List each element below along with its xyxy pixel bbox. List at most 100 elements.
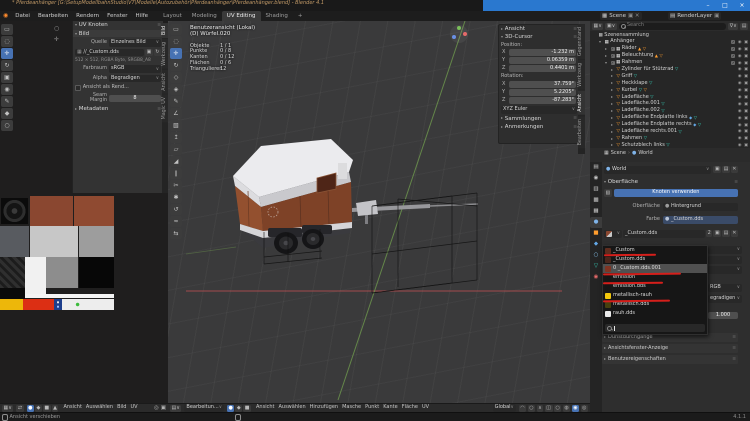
viewport-tool-button[interactable]: ▭ xyxy=(170,24,182,35)
clipped-strength-slider[interactable]: 1.000 xyxy=(708,312,738,319)
new-datablock-button[interactable]: ▤ xyxy=(722,166,730,174)
outliner-filter-icon[interactable]: ∇∨ xyxy=(728,22,739,30)
orientation-dropdown[interactable]: Global ∨ xyxy=(492,404,516,412)
viewport-header-icon[interactable]: ◉ xyxy=(571,404,580,412)
item-label[interactable]: Rahmen xyxy=(622,59,643,66)
collapsed-panel-header[interactable]: Sammlungen xyxy=(505,116,541,122)
outliner-row[interactable]: ▸ ✓ ▽ Rahmen ▽ ✓ ◉ ▣ xyxy=(590,135,750,142)
euler-dropdown[interactable]: XYZ Euler ∨ xyxy=(501,106,577,114)
uv-header-menu[interactable]: Auswählen xyxy=(84,404,115,411)
item-label[interactable]: Szenensammlung xyxy=(604,32,649,39)
disable-render-icon[interactable]: ▣ xyxy=(744,101,748,107)
seam-margin-field[interactable]: 8 xyxy=(109,95,161,102)
properties-tab[interactable]: ▤ xyxy=(590,162,602,173)
disclosure-icon[interactable]: ▸ xyxy=(611,115,615,121)
editor-type-icon[interactable]: ▦∨ xyxy=(2,404,14,412)
outliner-display-mode-icon[interactable]: ▦∨ xyxy=(592,22,604,30)
workspace-tab[interactable]: Modeling xyxy=(187,11,222,21)
viewport-tool-button[interactable]: ∠ xyxy=(170,108,182,119)
disclosure-icon[interactable]: ▸ xyxy=(611,74,615,79)
viewport-tool-button[interactable]: ↻ xyxy=(170,60,182,71)
image-dropdown-item[interactable]: 0 _Custom.dds.001 xyxy=(603,264,707,273)
uv-tool-button[interactable]: ▣ xyxy=(1,72,13,83)
farbraum-dropdown[interactable]: sRGB ∨ xyxy=(109,65,161,73)
viewport-tool-button[interactable]: ▧ xyxy=(170,120,182,131)
uv-tool-button[interactable]: ◌ xyxy=(1,36,13,47)
disclosure-icon[interactable]: ▸ xyxy=(611,108,615,114)
viewport-header-menu[interactable]: Kante xyxy=(381,404,399,411)
item-label[interactable]: Rahmen xyxy=(621,135,642,142)
exclude-checkbox[interactable]: ✓ xyxy=(731,46,736,51)
disclosure-icon[interactable]: ▸ xyxy=(605,53,609,59)
disable-render-icon[interactable]: ▣ xyxy=(744,94,748,100)
clipped-row[interactable]: ∨ xyxy=(708,266,742,274)
outliner-row[interactable]: ▸ ✓ ▽ Heckklape ▽ ✓ ◉ ▣ xyxy=(590,80,750,87)
hide-eye-icon[interactable]: ◉ xyxy=(738,46,742,52)
viewport-header-menu[interactable]: Punkt xyxy=(363,404,381,411)
view-as-render-checkbox[interactable] xyxy=(75,84,81,91)
viewport-sidebar-tab[interactable]: Werkzeug xyxy=(578,60,585,90)
uv-tool-button[interactable]: ✎ xyxy=(1,96,13,107)
rotation-field[interactable]: -87.283° xyxy=(509,97,576,105)
viewport-sidebar-tab[interactable]: Ansicht xyxy=(578,90,585,115)
viewport-header-menu[interactable]: Ansicht xyxy=(254,404,276,411)
zoom-gizmo-icon[interactable]: ○ xyxy=(54,25,59,33)
hide-eye-icon[interactable]: ◉ xyxy=(738,39,742,45)
collapsed-panel-header[interactable]: Anmerkungen xyxy=(505,124,544,130)
cursor-panel-header[interactable]: 3D-Cursor xyxy=(505,34,533,40)
hide-eye-icon[interactable]: ◉ xyxy=(738,87,742,93)
viewport-tool-button[interactable]: ✎ xyxy=(170,96,182,107)
workspace-tab[interactable]: UV Editing xyxy=(221,11,261,21)
viewport-sidebar-tab[interactable]: Gegenstand xyxy=(578,24,585,60)
disclosure-icon[interactable]: ▾ xyxy=(599,39,603,45)
color-texture-dropdown[interactable]: ● _Custom.dds xyxy=(663,216,738,224)
item-label[interactable]: Ladefläche.002 xyxy=(621,108,659,114)
disable-render-icon[interactable]: ▣ xyxy=(744,136,748,141)
properties-tab[interactable]: ▦ xyxy=(590,206,602,217)
viewport-header-icon[interactable]: ◠ xyxy=(518,404,527,412)
viewport-header-menu[interactable]: Masche xyxy=(340,404,363,411)
uv-knoten-panel-header[interactable]: UV Knoten xyxy=(79,22,108,28)
uv-tool-button[interactable]: ○ xyxy=(1,120,13,131)
position-field[interactable]: 0.06359 m xyxy=(509,57,576,65)
image-dropdown-item[interactable]: _Custom.dds xyxy=(603,255,707,264)
viewport-tool-button[interactable]: ◈ xyxy=(170,84,182,95)
disable-render-icon[interactable]: ▣ xyxy=(744,87,748,93)
breadcrumb-scene[interactable]: Scene xyxy=(611,150,626,157)
scene-buttons[interactable]: ▣ ✕ xyxy=(628,13,640,19)
viewport-header-menu[interactable]: Hinzufügen xyxy=(308,404,340,411)
menu-item[interactable]: Bearbeiten xyxy=(34,11,72,21)
disable-render-icon[interactable]: ▣ xyxy=(744,115,748,121)
clipped-row[interactable]: ∨ xyxy=(708,246,742,254)
close-button[interactable]: × xyxy=(734,0,750,11)
item-label[interactable]: Ladefläche Endplatte links xyxy=(621,114,687,121)
outliner-row[interactable]: ▾ ✓ ▦ Anhänger ✓ ◉ ▣ xyxy=(590,39,750,46)
fake-user-button[interactable]: ▣ xyxy=(713,166,722,174)
hide-eye-icon[interactable]: ◉ xyxy=(738,67,742,72)
quelle-dropdown[interactable]: Einzelnes Bild ∨ xyxy=(109,39,161,47)
viewport-display-panel[interactable]: ▸ Ansichtsfenster-Anzeige ≡ xyxy=(602,344,738,353)
item-label[interactable]: Griff xyxy=(621,73,632,80)
editor-type-icon[interactable]: ▤∨ xyxy=(170,404,182,412)
disclosure-icon[interactable]: ▸ xyxy=(611,81,615,86)
disclosure-icon[interactable]: ▸ xyxy=(611,129,615,135)
workspace-tab[interactable]: Shading xyxy=(261,11,293,21)
bild-panel-header[interactable]: Bild xyxy=(79,31,89,37)
item-label[interactable]: Ladefläche rechts.001 xyxy=(621,128,677,135)
viewport-tool-button[interactable]: ⇆ xyxy=(170,228,182,239)
rotation-field[interactable]: 37.759° xyxy=(509,81,576,89)
clipped-row[interactable]: ∨ xyxy=(708,256,742,264)
disable-render-icon[interactable]: ▣ xyxy=(744,80,748,86)
disclosure-icon[interactable]: ▸ xyxy=(611,136,615,142)
uv-tool-button[interactable]: ✛ xyxy=(1,48,13,59)
outliner-object-filter-icon[interactable]: ▣∨ xyxy=(605,22,617,30)
properties-tab[interactable]: ◉ xyxy=(590,173,602,184)
disclosure-icon[interactable]: ▸ xyxy=(611,101,615,107)
reload-image-icon[interactable]: ↻ xyxy=(153,49,161,57)
disable-render-icon[interactable]: ▣ xyxy=(744,67,748,72)
users-count-button[interactable]: 2 xyxy=(706,230,713,238)
gizmo-z-axis[interactable] xyxy=(452,35,456,39)
uv-header-menu[interactable]: UV xyxy=(128,404,139,411)
item-label[interactable]: Kurbel xyxy=(621,87,637,94)
fake-user-toggle[interactable]: ▣ xyxy=(713,230,722,238)
